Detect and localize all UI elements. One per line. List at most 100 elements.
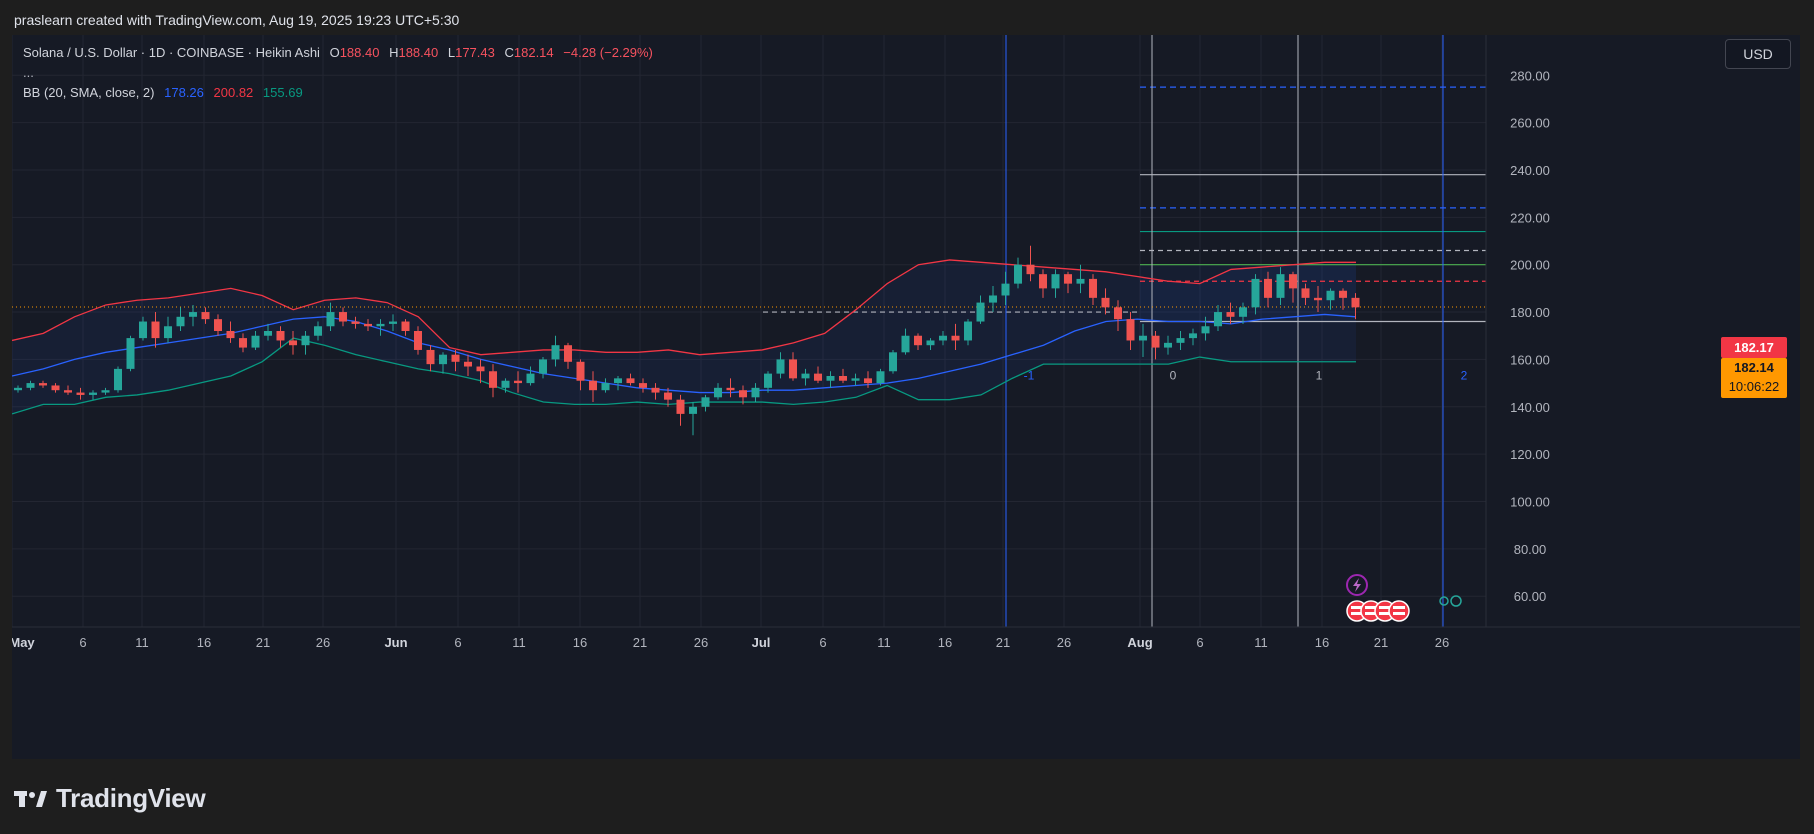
candle-body xyxy=(414,331,422,350)
candle-body xyxy=(1201,326,1210,334)
candle-body xyxy=(1089,278,1097,298)
candle-body xyxy=(864,378,872,384)
candle-body xyxy=(251,335,260,348)
symbol-legend[interactable]: Solana / U.S. Dollar · 1D · COINBASE · H… xyxy=(23,45,653,60)
y-tick-label: 120.00 xyxy=(1510,447,1550,462)
candle-body xyxy=(1101,297,1110,308)
candle xyxy=(114,366,122,393)
close-value: 182.14 xyxy=(513,45,554,60)
flag-stripe xyxy=(1393,606,1405,609)
candle-body xyxy=(739,390,747,398)
candle-body xyxy=(451,354,460,362)
legend-more-button[interactable]: ... xyxy=(23,65,34,80)
low-value: 177.43 xyxy=(455,45,495,60)
y-tick-label: 140.00 xyxy=(1510,400,1550,415)
x-tick-label: 16 xyxy=(197,635,211,650)
y-tick-label: 240.00 xyxy=(1510,163,1550,178)
candle-body xyxy=(1039,274,1047,289)
candle-body xyxy=(876,371,885,384)
candle-body xyxy=(626,378,635,384)
x-tick-label: 26 xyxy=(1057,635,1071,650)
candle-body xyxy=(889,352,897,372)
candle-body xyxy=(151,321,160,339)
close-label: C xyxy=(504,45,514,60)
x-tick-label: 11 xyxy=(877,635,891,650)
candle-body xyxy=(751,387,760,398)
x-tick-label: 16 xyxy=(573,635,587,650)
x-tick-label: 11 xyxy=(1254,635,1268,650)
candle-body xyxy=(201,312,210,320)
candle-body xyxy=(101,390,110,393)
x-tick-label: Jul xyxy=(752,635,771,650)
candle-body xyxy=(439,354,447,365)
x-tick-label: 21 xyxy=(1374,635,1388,650)
fib-time-label: 2 xyxy=(1461,368,1468,382)
candle-body xyxy=(989,295,997,303)
candle-body xyxy=(89,392,97,395)
candle-body xyxy=(726,387,735,391)
candle xyxy=(889,349,897,374)
y-tick-label: 80.00 xyxy=(1514,542,1547,557)
last-price-value: 182.14 xyxy=(1734,360,1774,375)
candle-body xyxy=(1314,297,1322,301)
price-chart[interactable]: -1 0 1 260.0080.00100.00120.00140.00160.001… xyxy=(12,35,1800,759)
candle-body xyxy=(1189,333,1197,339)
candle-body xyxy=(1264,278,1272,298)
candle-body xyxy=(126,338,135,369)
candle-body xyxy=(476,366,485,372)
candle-body xyxy=(651,387,660,393)
x-tick-label: 6 xyxy=(79,635,86,650)
candle-body xyxy=(614,378,622,384)
candle-body xyxy=(39,383,47,386)
x-tick-label: 11 xyxy=(512,635,526,650)
candle-body xyxy=(664,392,672,400)
chart-area[interactable]: -1 0 1 2 60.00 80.00 100.00 120.00 140.00 160.00 1… xyxy=(12,35,1800,759)
candle-body xyxy=(551,345,560,360)
tradingview-logo[interactable]: TradingView xyxy=(14,783,206,814)
candle-body xyxy=(501,380,510,388)
open-label: O xyxy=(329,45,340,60)
candle-body xyxy=(901,335,910,353)
y-tick-label: 280.00 xyxy=(1510,68,1550,83)
candle-body xyxy=(676,399,685,414)
x-tick-label: 26 xyxy=(694,635,708,650)
candle-body xyxy=(701,397,710,407)
candle-body xyxy=(1251,278,1260,308)
tradingview-logo-text: TradingView xyxy=(56,783,206,813)
candle-body xyxy=(339,312,347,322)
candle-body xyxy=(1226,312,1235,317)
candle xyxy=(876,368,885,386)
candle-body xyxy=(951,335,960,341)
candle-body xyxy=(1239,307,1247,317)
x-tick-label: 16 xyxy=(1315,635,1329,650)
bb-lower-value: 155.69 xyxy=(262,85,303,100)
candle-body xyxy=(1326,290,1335,301)
candle-body xyxy=(939,335,947,341)
candle-body xyxy=(289,340,297,346)
candle-body xyxy=(14,387,22,391)
candle-body xyxy=(114,368,122,391)
candle-body xyxy=(689,406,697,414)
candle-body xyxy=(51,385,60,391)
candle-body xyxy=(176,316,185,327)
candle-body xyxy=(964,321,972,341)
bb-legend[interactable]: BB (20, SMA, close, 2) 178.26 200.82 155… xyxy=(23,85,303,100)
candle-body xyxy=(526,373,535,384)
x-tick-label: 16 xyxy=(938,635,952,650)
y-tick-label: 100.00 xyxy=(1510,494,1550,509)
candle-body xyxy=(26,383,35,388)
flag-stripe xyxy=(1393,612,1405,615)
currency-button[interactable]: USD xyxy=(1725,39,1791,69)
candle-body xyxy=(714,387,722,398)
candle-body xyxy=(1114,307,1122,320)
candle-body xyxy=(1176,338,1185,343)
us-flag-event-icon xyxy=(1388,600,1410,622)
candle-body xyxy=(214,319,222,331)
candle-body xyxy=(1076,278,1085,284)
candle-body xyxy=(1164,342,1172,348)
candle-body xyxy=(776,359,785,374)
candle-body xyxy=(851,378,860,381)
y-tick-label: 160.00 xyxy=(1510,352,1550,367)
x-tick-label: 21 xyxy=(256,635,270,650)
candle-body xyxy=(351,321,360,324)
